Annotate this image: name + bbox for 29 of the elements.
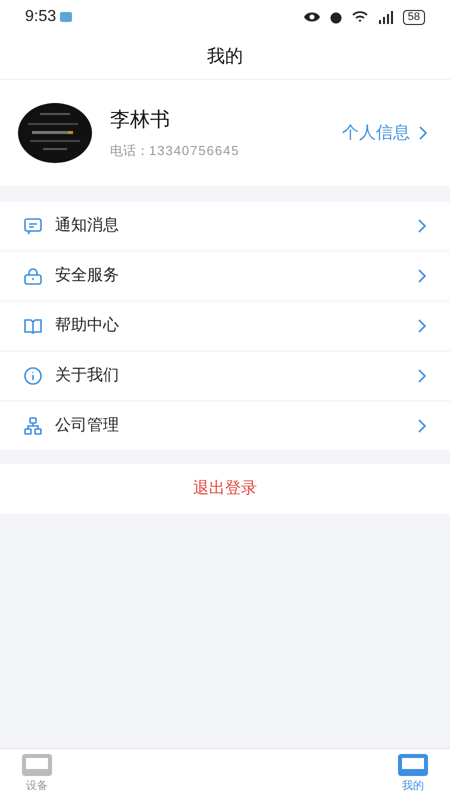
battery-indicator: 58 [402, 10, 425, 24]
user-name: 李林书 [110, 108, 171, 134]
monitor-icon [22, 754, 52, 776]
phone-label: 电话： [110, 142, 149, 160]
logout-button[interactable]: 退出登录 [0, 464, 450, 514]
menu-item[interactable]: 关于我们 [0, 352, 450, 400]
chevron-right-icon [417, 318, 427, 334]
phone-number: 13340756645 [149, 142, 240, 160]
chevron-right-icon [417, 368, 427, 384]
chevron-right-icon [418, 125, 428, 141]
book-icon [23, 316, 43, 336]
chevron-right-icon [417, 418, 427, 434]
message-icon [23, 216, 43, 236]
menu-item[interactable]: 帮助中心 [0, 302, 450, 350]
monitor-icon [398, 754, 428, 776]
status-time: 9:53 [25, 7, 56, 27]
org-chart-icon [23, 416, 43, 436]
app-notification-icon [60, 12, 72, 22]
menu-item[interactable]: 公司管理 [0, 402, 450, 450]
lock-icon [23, 266, 43, 286]
menu-item[interactable]: 通知消息 [0, 202, 450, 250]
page-title: 我的 [207, 45, 243, 68]
chevron-right-icon [417, 268, 427, 284]
info-icon [23, 366, 43, 386]
wifi-icon [350, 10, 369, 24]
chevron-right-icon [417, 218, 427, 234]
menu-item[interactable]: 安全服务 [0, 252, 450, 300]
signal-icon [376, 10, 395, 24]
eye-icon [302, 11, 321, 23]
